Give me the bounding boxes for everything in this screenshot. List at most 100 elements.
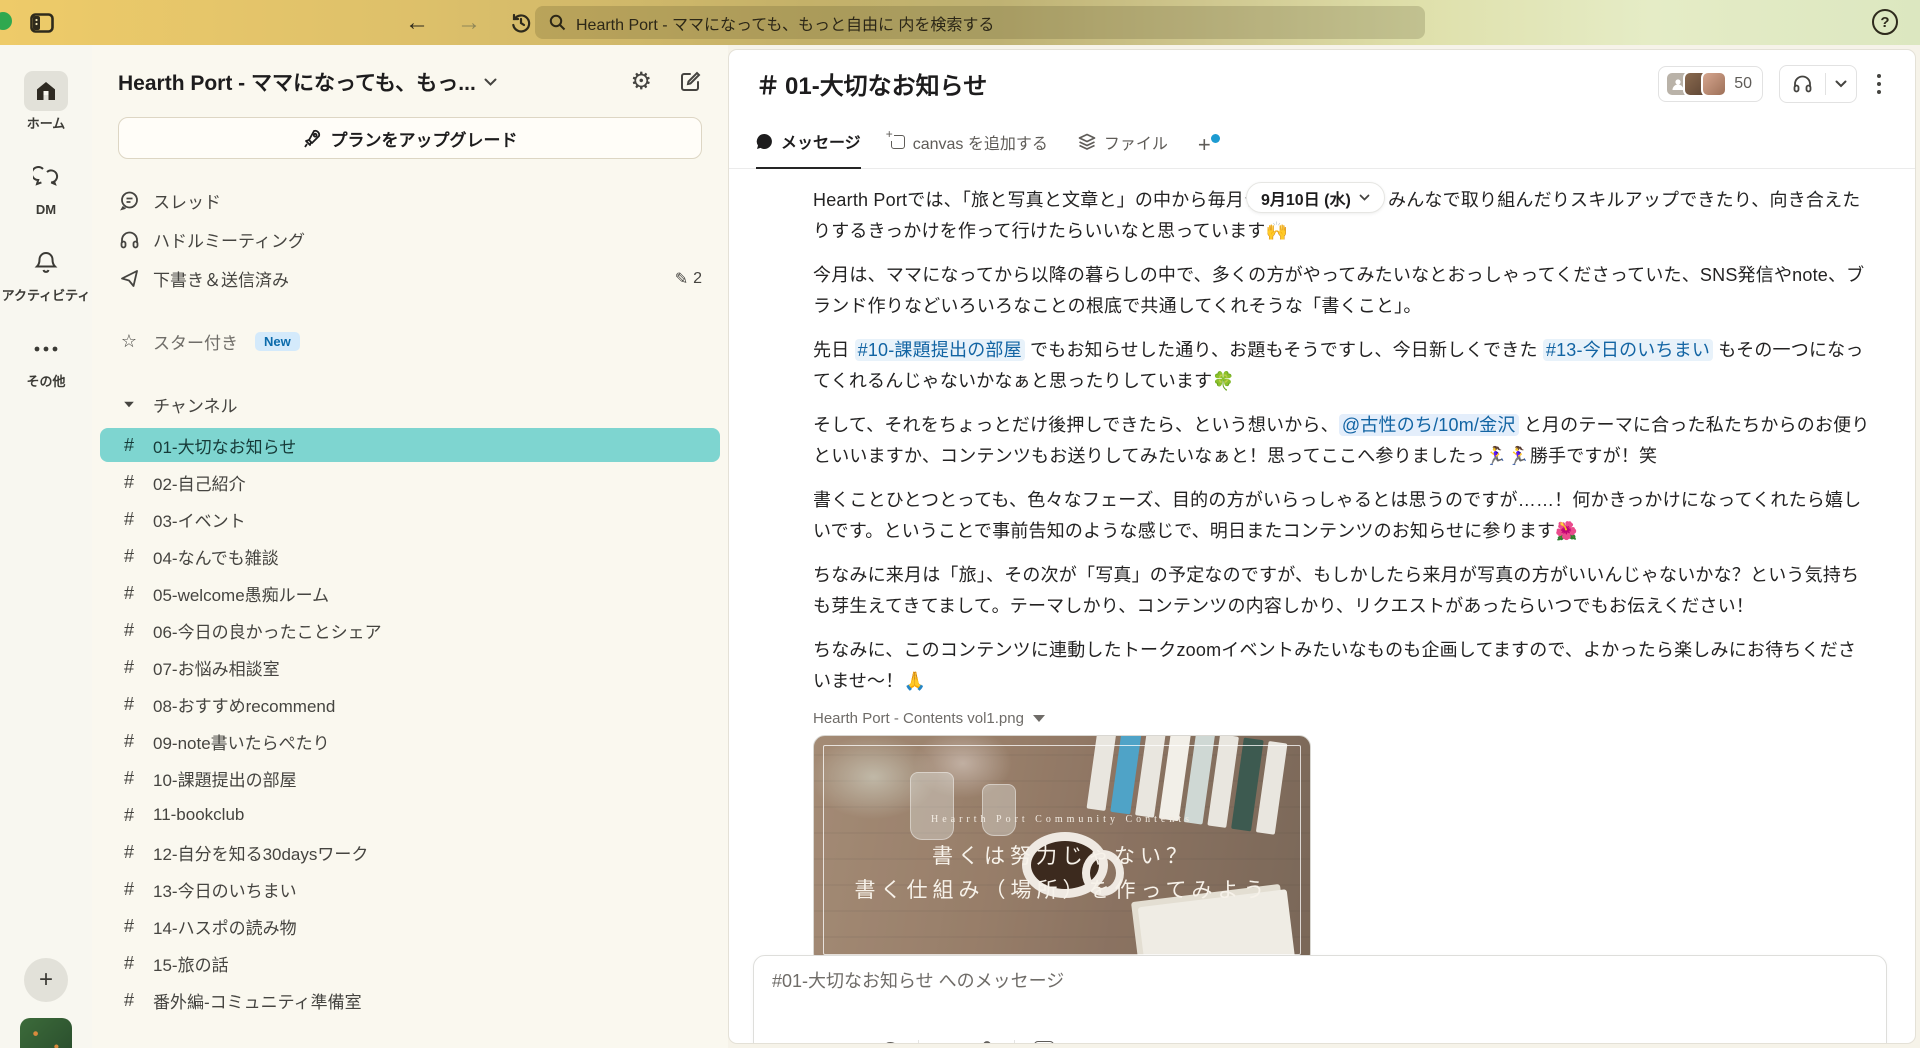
channel-item-11-bookclub[interactable]: #11-bookclub: [100, 798, 720, 832]
sidebar-item-huddles[interactable]: ハドルミーティング: [92, 220, 728, 259]
rail-item-dm[interactable]: DM: [24, 157, 68, 217]
tab-add-canvas[interactable]: canvas を追加する: [891, 130, 1048, 168]
dm-bubbles-icon: [33, 165, 59, 189]
mention-icon[interactable]: @: [880, 1040, 899, 1044]
forward-arrow-icon[interactable]: →: [457, 11, 481, 35]
attachment-image-caption: Hearrth Port Community Contents: [814, 814, 1310, 825]
sidebar-toggle-icon[interactable]: [30, 13, 54, 33]
hash-icon: #: [118, 990, 140, 1011]
user-mention[interactable]: @古性のち/10m/金沢: [1339, 414, 1519, 436]
shortcuts-icon[interactable]: /: [1034, 1041, 1054, 1044]
channel-label: 05-welcome愚痴ルーム: [153, 581, 329, 606]
more-options-icon[interactable]: [1873, 70, 1885, 98]
compose-icon[interactable]: [678, 70, 702, 94]
upgrade-plan-button[interactable]: プランをアップグレード: [118, 117, 702, 159]
format-icon[interactable]: Aa: [800, 1041, 822, 1044]
message-input[interactable]: [754, 956, 1886, 992]
huddle-button[interactable]: [1779, 65, 1857, 103]
pencil-icon: ✎: [675, 269, 688, 289]
channel-item-02-自己紹介[interactable]: #02-自己紹介: [100, 465, 720, 499]
channel-item-08-おすすめrecommend[interactable]: #08-おすすめrecommend: [100, 687, 720, 721]
back-arrow-icon[interactable]: ←: [405, 11, 429, 35]
mic-icon[interactable]: [979, 1041, 995, 1045]
workspace-name[interactable]: Hearth Port - ママになっても、もっ...: [118, 67, 476, 97]
channels-section-header[interactable]: チャンネル: [92, 385, 728, 424]
hash-icon: #: [118, 620, 140, 641]
hash-icon: #: [118, 842, 140, 863]
search-text: Hearth Port - ママになっても、もっと自由に 内を検索する: [576, 11, 994, 35]
hash-icon: #: [118, 509, 140, 530]
chevron-down-icon: [1359, 194, 1370, 201]
bell-icon: [34, 250, 58, 276]
collapse-triangle-icon[interactable]: [1033, 715, 1045, 722]
channel-label: 09-note書いたらぺたり: [153, 729, 330, 754]
channel-item-01-大切なお知らせ[interactable]: #01-大切なお知らせ: [100, 428, 720, 462]
tab-files[interactable]: ファイル: [1078, 130, 1168, 168]
channel-link[interactable]: #13-今日のいちまい: [1543, 339, 1713, 361]
send-icon[interactable]: [1827, 1042, 1848, 1045]
hash-icon: ＃: [756, 66, 780, 101]
help-icon[interactable]: ?: [1872, 9, 1898, 35]
channel-item-番外編-コミュニティ準備室[interactable]: #番外編-コミュニティ準備室: [100, 983, 720, 1017]
hash-icon: #: [118, 768, 140, 789]
hash-icon: #: [118, 953, 140, 974]
channel-item-03-イベント[interactable]: #03-イベント: [100, 502, 720, 536]
rail-item-more[interactable]: その他: [24, 329, 68, 389]
channel-link[interactable]: #10-課題提出の部屋: [855, 339, 1025, 361]
message-composer[interactable]: + Aa ☺ @ /: [753, 955, 1887, 1044]
attachment-image[interactable]: Hearrth Port Community Contents 書くは努力じゃな…: [813, 735, 1311, 965]
message-text: そして、それをちょっとだけ後押しできたら、という想いから、: [813, 415, 1339, 435]
headphones-icon[interactable]: [1780, 73, 1825, 94]
topbar: ← → Hearth Port - ママになっても、もっと自由に 内を検索する …: [0, 0, 1920, 45]
channel-label: 14-ハスポの読み物: [153, 914, 297, 939]
hash-icon: #: [118, 657, 140, 678]
message-paragraph: ちなみに、このコンテンツに連動したトークzoomイベントみたいなものも企画してま…: [813, 635, 1873, 697]
emoji-icon[interactable]: ☺: [841, 1040, 861, 1045]
rail-item-home[interactable]: ホーム: [24, 71, 68, 131]
tab-add-button[interactable]: +: [1198, 132, 1211, 168]
sidebar-item-threads[interactable]: スレッド: [92, 181, 728, 220]
sidebar-item-drafts[interactable]: 下書き＆送信済み ✎2: [92, 259, 728, 298]
add-workspace-button[interactable]: +: [24, 958, 68, 1002]
history-icon[interactable]: [509, 11, 533, 35]
channel-item-10-課題提出の部屋[interactable]: #10-課題提出の部屋: [100, 761, 720, 795]
attachment-filename: Hearth Port - Contents vol1.png: [813, 710, 1024, 727]
rail-item-activity[interactable]: アクティビティ: [2, 243, 91, 303]
window-control-dot[interactable]: [0, 12, 12, 30]
page-title[interactable]: ＃ 01-大切なお知らせ: [756, 66, 987, 101]
attach-plus-icon[interactable]: +: [768, 1038, 781, 1044]
rocket-icon: [303, 129, 322, 148]
channel-label: 11-bookclub: [153, 805, 244, 825]
hash-icon: #: [118, 879, 140, 900]
attachment-file-row[interactable]: Hearth Port - Contents vol1.png: [813, 710, 1873, 727]
channel-tabs: メッセージ canvas を追加する ファイル +: [729, 117, 1915, 169]
workspace-avatar[interactable]: [20, 1018, 72, 1048]
channel-item-04-なんでも雑談[interactable]: #04-なんでも雑談: [100, 539, 720, 573]
search-input[interactable]: Hearth Port - ママになっても、もっと自由に 内を検索する: [535, 6, 1425, 39]
star-icon: ☆: [118, 331, 140, 352]
sidebar-item-starred[interactable]: ☆ スター付き New: [92, 322, 728, 361]
ellipsis-icon: [33, 345, 59, 353]
channel-item-14-ハスポの読み物[interactable]: #14-ハスポの読み物: [100, 909, 720, 943]
channel-item-06-今日の良かったことシェア[interactable]: #06-今日の良かったことシェア: [100, 613, 720, 647]
date-pill[interactable]: 9月10日 (水): [1246, 182, 1385, 213]
channel-item-13-今日のいちまい[interactable]: #13-今日のいちまい: [100, 872, 720, 906]
gear-icon[interactable]: ⚙: [630, 70, 652, 94]
tab-messages[interactable]: メッセージ: [756, 129, 861, 169]
channel-item-05-welcome愚痴ルーム[interactable]: #05-welcome愚痴ルーム: [100, 576, 720, 610]
hash-icon: #: [118, 583, 140, 604]
channel-item-12-自分を知る30daysワーク[interactable]: #12-自分を知る30daysワーク: [100, 835, 720, 869]
threads-icon: [118, 190, 140, 211]
channel-label: 13-今日のいちまい: [153, 877, 297, 902]
channel-item-15-旅の話[interactable]: #15-旅の話: [100, 946, 720, 980]
huddle-chevron-icon[interactable]: [1826, 80, 1856, 88]
sidebar: Hearth Port - ママになっても、もっ... ⚙ プランをアップグレー…: [92, 45, 728, 1048]
message-paragraph: 今月は、ママになってから以降の暮らしの中で、多くの方がやってみたいなとおっしゃっ…: [813, 260, 1873, 322]
video-icon[interactable]: [938, 1043, 960, 1044]
channel-item-07-お悩み相談室[interactable]: #07-お悩み相談室: [100, 650, 720, 684]
members-facepile[interactable]: 50: [1658, 66, 1763, 102]
hash-icon: #: [118, 435, 140, 456]
hash-icon: #: [118, 694, 140, 715]
channel-item-09-note書いたらぺたり[interactable]: #09-note書いたらぺたり: [100, 724, 720, 758]
message-area: Hearth Portでは、「旅と写真と文章と」の中から毎月テーマを選んで、みん…: [729, 169, 1915, 1043]
